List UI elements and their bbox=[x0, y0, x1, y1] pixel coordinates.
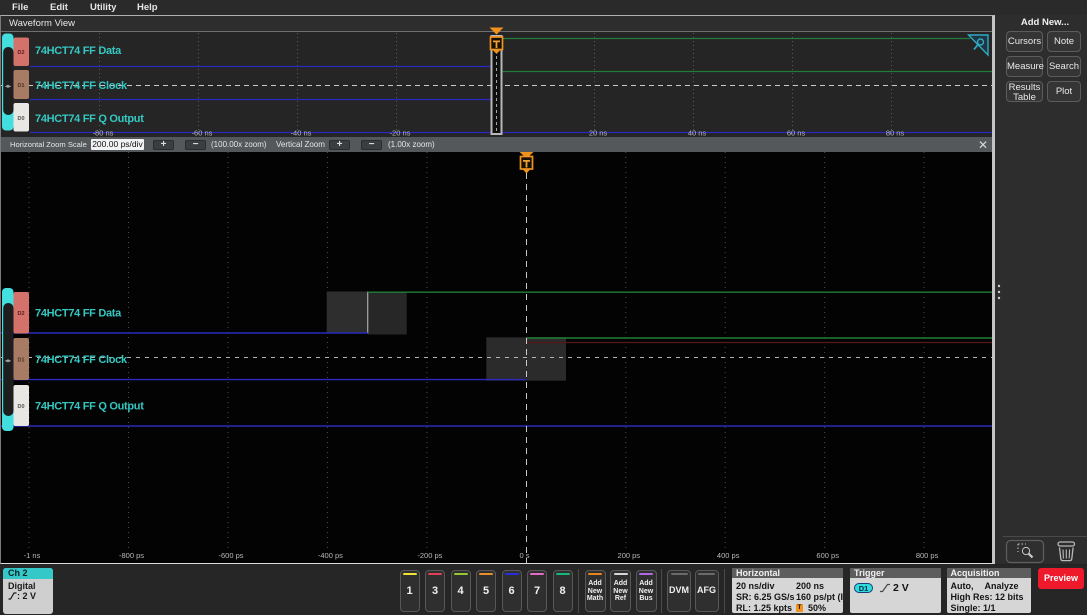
svg-text:-800 ps: -800 ps bbox=[119, 551, 144, 560]
svg-text:D1: D1 bbox=[17, 83, 24, 89]
svg-text:40 ns: 40 ns bbox=[688, 129, 707, 138]
svg-text:-40 ns: -40 ns bbox=[291, 129, 312, 138]
svg-text:-1 ns: -1 ns bbox=[24, 551, 41, 560]
svg-text:74HCT74 FF Clock: 74HCT74 FF Clock bbox=[35, 354, 128, 366]
svg-text:74HCT74 FF Clock: 74HCT74 FF Clock bbox=[35, 80, 128, 92]
svg-text:D0: D0 bbox=[17, 404, 24, 410]
svg-text:-400 ps: -400 ps bbox=[318, 551, 343, 560]
svg-text:80 ns: 80 ns bbox=[886, 129, 905, 138]
svg-text:60 ns: 60 ns bbox=[787, 129, 806, 138]
svg-text:D2: D2 bbox=[17, 311, 24, 317]
svg-text:-600 ps: -600 ps bbox=[218, 551, 243, 560]
svg-text:D2: D2 bbox=[17, 50, 24, 56]
svg-text:D1: D1 bbox=[17, 358, 24, 364]
svg-text:0 s: 0 s bbox=[519, 551, 529, 560]
svg-text:74HCT74 FF Q Output: 74HCT74 FF Q Output bbox=[35, 113, 144, 125]
svg-text:74HCT74 FF Q Output: 74HCT74 FF Q Output bbox=[35, 401, 144, 413]
svg-text:-200 ps: -200 ps bbox=[417, 551, 442, 560]
svg-text:74HCT74 FF Data: 74HCT74 FF Data bbox=[35, 308, 122, 320]
svg-text:74HCT74 FF Data: 74HCT74 FF Data bbox=[35, 45, 122, 57]
svg-text:800 ps: 800 ps bbox=[916, 551, 939, 560]
svg-text:400 ps: 400 ps bbox=[717, 551, 740, 560]
svg-text:20 ns: 20 ns bbox=[589, 129, 608, 138]
svg-text:D0: D0 bbox=[17, 116, 24, 122]
svg-text:200 ps: 200 ps bbox=[618, 551, 641, 560]
svg-text:◂▸: ◂▸ bbox=[5, 83, 12, 90]
svg-text:◂▸: ◂▸ bbox=[5, 358, 12, 365]
svg-text:-60 ns: -60 ns bbox=[192, 129, 213, 138]
svg-text:-80 ns: -80 ns bbox=[93, 129, 114, 138]
svg-text:600 ps: 600 ps bbox=[816, 551, 839, 560]
svg-text:-20 ns: -20 ns bbox=[390, 129, 411, 138]
